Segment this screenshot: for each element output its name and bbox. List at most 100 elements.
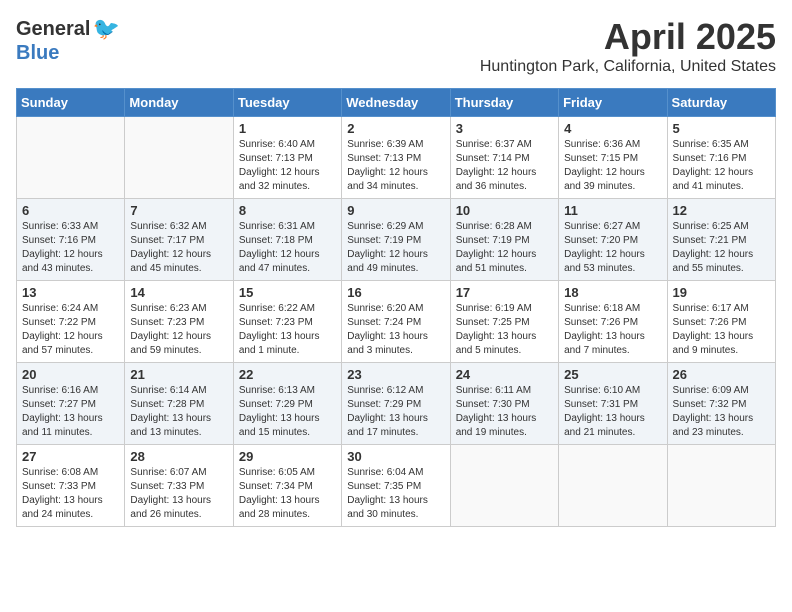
- day-number: 30: [347, 449, 444, 464]
- logo: General 🐦 Blue: [16, 16, 120, 65]
- day-number: 26: [673, 367, 770, 382]
- day-number: 9: [347, 203, 444, 218]
- day-info: Sunrise: 6:23 AM Sunset: 7:23 PM Dayligh…: [130, 302, 227, 358]
- day-number: 25: [564, 367, 661, 382]
- day-number: 20: [22, 367, 119, 382]
- day-info: Sunrise: 6:20 AM Sunset: 7:24 PM Dayligh…: [347, 302, 444, 358]
- day-number: 17: [456, 285, 553, 300]
- calendar-day-cell: 23Sunrise: 6:12 AM Sunset: 7:29 PM Dayli…: [342, 363, 450, 445]
- day-header-saturday: Saturday: [667, 89, 775, 117]
- day-number: 5: [673, 121, 770, 136]
- title-block: April 2025 Huntington Park, California, …: [480, 16, 776, 76]
- page-header: General 🐦 Blue April 2025 Huntington Par…: [16, 16, 776, 76]
- calendar-week-row: 20 Sunrise: 6:16 AM Sunset: 7:27 PM Dayli…: [17, 363, 776, 445]
- calendar-day-cell: 6 Sunrise: 6:33 AM Sunset: 7:16 PM Daylig…: [17, 199, 125, 281]
- logo-blue-text: Blue: [16, 42, 59, 65]
- day-number: 2: [347, 121, 444, 136]
- calendar-day-cell: 11 Sunrise: 6:27 AM Sunset: 7:20 PM Dayli…: [559, 199, 667, 281]
- calendar-week-row: 1Sunrise: 6:40 AM Sunset: 7:13 PM Daylig…: [17, 117, 776, 199]
- day-number: 29: [239, 449, 336, 464]
- day-number: 19: [673, 285, 770, 300]
- day-number: 12: [673, 203, 770, 218]
- calendar-day-cell: 4 Sunrise: 6:36 AM Sunset: 7:15 PM Daylig…: [559, 117, 667, 199]
- day-info: Sunrise: 6:31 AM Sunset: 7:18 PM Dayligh…: [239, 220, 336, 276]
- calendar-day-cell: 14 Sunrise: 6:23 AM Sunset: 7:23 PM Dayli…: [125, 281, 233, 363]
- calendar-day-cell: 18 Sunrise: 6:18 AM Sunset: 7:26 PM Dayli…: [559, 281, 667, 363]
- day-header-tuesday: Tuesday: [233, 89, 341, 117]
- calendar-day-cell: 8Sunrise: 6:31 AM Sunset: 7:18 PM Daylig…: [233, 199, 341, 281]
- calendar-day-cell: 12 Sunrise: 6:25 AM Sunset: 7:21 PM Dayli…: [667, 199, 775, 281]
- day-info: Sunrise: 6:40 AM Sunset: 7:13 PM Dayligh…: [239, 138, 336, 194]
- calendar-day-cell: [667, 445, 775, 527]
- day-info: Sunrise: 6:33 AM Sunset: 7:16 PM Dayligh…: [22, 220, 119, 276]
- calendar-day-cell: 13Sunrise: 6:24 AM Sunset: 7:22 PM Dayli…: [17, 281, 125, 363]
- calendar-day-cell: [559, 445, 667, 527]
- calendar-day-cell: 15Sunrise: 6:22 AM Sunset: 7:23 PM Dayli…: [233, 281, 341, 363]
- day-info: Sunrise: 6:11 AM Sunset: 7:30 PM Dayligh…: [456, 384, 553, 440]
- month-title: April 2025: [480, 16, 776, 58]
- calendar-day-cell: 30Sunrise: 6:04 AM Sunset: 7:35 PM Dayli…: [342, 445, 450, 527]
- calendar-day-cell: 2 Sunrise: 6:39 AM Sunset: 7:13 PM Daylig…: [342, 117, 450, 199]
- calendar-day-cell: [125, 117, 233, 199]
- day-number: 15: [239, 285, 336, 300]
- day-info: Sunrise: 6:18 AM Sunset: 7:26 PM Dayligh…: [564, 302, 661, 358]
- day-info: Sunrise: 6:08 AM Sunset: 7:33 PM Dayligh…: [22, 466, 119, 522]
- calendar-day-cell: 24Sunrise: 6:11 AM Sunset: 7:30 PM Dayli…: [450, 363, 558, 445]
- logo-general-text: General: [16, 18, 90, 41]
- calendar-day-cell: 29 Sunrise: 6:05 AM Sunset: 7:34 PM Dayli…: [233, 445, 341, 527]
- day-info: Sunrise: 6:29 AM Sunset: 7:19 PM Dayligh…: [347, 220, 444, 276]
- day-info: Sunrise: 6:07 AM Sunset: 7:33 PM Dayligh…: [130, 466, 227, 522]
- day-header-wednesday: Wednesday: [342, 89, 450, 117]
- calendar-week-row: 27 Sunrise: 6:08 AM Sunset: 7:33 PM Dayli…: [17, 445, 776, 527]
- day-info: Sunrise: 6:28 AM Sunset: 7:19 PM Dayligh…: [456, 220, 553, 276]
- day-number: 10: [456, 203, 553, 218]
- day-info: Sunrise: 6:32 AM Sunset: 7:17 PM Dayligh…: [130, 220, 227, 276]
- day-header-friday: Friday: [559, 89, 667, 117]
- calendar-day-cell: 26 Sunrise: 6:09 AM Sunset: 7:32 PM Dayli…: [667, 363, 775, 445]
- calendar-table: SundayMondayTuesdayWednesdayThursdayFrid…: [16, 88, 776, 527]
- day-header-thursday: Thursday: [450, 89, 558, 117]
- calendar-day-cell: 19 Sunrise: 6:17 AM Sunset: 7:26 PM Dayli…: [667, 281, 775, 363]
- day-header-monday: Monday: [125, 89, 233, 117]
- day-number: 22: [239, 367, 336, 382]
- day-info: Sunrise: 6:05 AM Sunset: 7:34 PM Dayligh…: [239, 466, 336, 522]
- day-number: 11: [564, 203, 661, 218]
- calendar-day-cell: [450, 445, 558, 527]
- day-number: 13: [22, 285, 119, 300]
- calendar-day-cell: 10 Sunrise: 6:28 AM Sunset: 7:19 PM Dayli…: [450, 199, 558, 281]
- day-info: Sunrise: 6:14 AM Sunset: 7:28 PM Dayligh…: [130, 384, 227, 440]
- calendar-day-cell: 28 Sunrise: 6:07 AM Sunset: 7:33 PM Dayli…: [125, 445, 233, 527]
- day-number: 6: [22, 203, 119, 218]
- day-info: Sunrise: 6:12 AM Sunset: 7:29 PM Dayligh…: [347, 384, 444, 440]
- calendar-day-cell: [17, 117, 125, 199]
- day-number: 14: [130, 285, 227, 300]
- calendar-day-cell: 25Sunrise: 6:10 AM Sunset: 7:31 PM Dayli…: [559, 363, 667, 445]
- calendar-day-cell: 21 Sunrise: 6:14 AM Sunset: 7:28 PM Dayli…: [125, 363, 233, 445]
- calendar-day-cell: 20 Sunrise: 6:16 AM Sunset: 7:27 PM Dayli…: [17, 363, 125, 445]
- calendar-day-cell: 16 Sunrise: 6:20 AM Sunset: 7:24 PM Dayli…: [342, 281, 450, 363]
- day-info: Sunrise: 6:36 AM Sunset: 7:15 PM Dayligh…: [564, 138, 661, 194]
- day-info: Sunrise: 6:16 AM Sunset: 7:27 PM Dayligh…: [22, 384, 119, 440]
- day-info: Sunrise: 6:25 AM Sunset: 7:21 PM Dayligh…: [673, 220, 770, 276]
- day-number: 4: [564, 121, 661, 136]
- day-number: 21: [130, 367, 227, 382]
- calendar-day-cell: 17Sunrise: 6:19 AM Sunset: 7:25 PM Dayli…: [450, 281, 558, 363]
- calendar-day-cell: 27 Sunrise: 6:08 AM Sunset: 7:33 PM Dayli…: [17, 445, 125, 527]
- day-info: Sunrise: 6:09 AM Sunset: 7:32 PM Dayligh…: [673, 384, 770, 440]
- calendar-header-row: SundayMondayTuesdayWednesdayThursdayFrid…: [17, 89, 776, 117]
- day-number: 18: [564, 285, 661, 300]
- day-info: Sunrise: 6:17 AM Sunset: 7:26 PM Dayligh…: [673, 302, 770, 358]
- calendar-day-cell: 22 Sunrise: 6:13 AM Sunset: 7:29 PM Dayli…: [233, 363, 341, 445]
- day-number: 27: [22, 449, 119, 464]
- day-info: Sunrise: 6:39 AM Sunset: 7:13 PM Dayligh…: [347, 138, 444, 194]
- calendar-week-row: 6 Sunrise: 6:33 AM Sunset: 7:16 PM Daylig…: [17, 199, 776, 281]
- calendar-week-row: 13Sunrise: 6:24 AM Sunset: 7:22 PM Dayli…: [17, 281, 776, 363]
- day-number: 28: [130, 449, 227, 464]
- calendar-day-cell: 9 Sunrise: 6:29 AM Sunset: 7:19 PM Daylig…: [342, 199, 450, 281]
- day-number: 3: [456, 121, 553, 136]
- day-number: 16: [347, 285, 444, 300]
- day-info: Sunrise: 6:13 AM Sunset: 7:29 PM Dayligh…: [239, 384, 336, 440]
- day-info: Sunrise: 6:27 AM Sunset: 7:20 PM Dayligh…: [564, 220, 661, 276]
- location-title: Huntington Park, California, United Stat…: [480, 58, 776, 76]
- day-info: Sunrise: 6:35 AM Sunset: 7:16 PM Dayligh…: [673, 138, 770, 194]
